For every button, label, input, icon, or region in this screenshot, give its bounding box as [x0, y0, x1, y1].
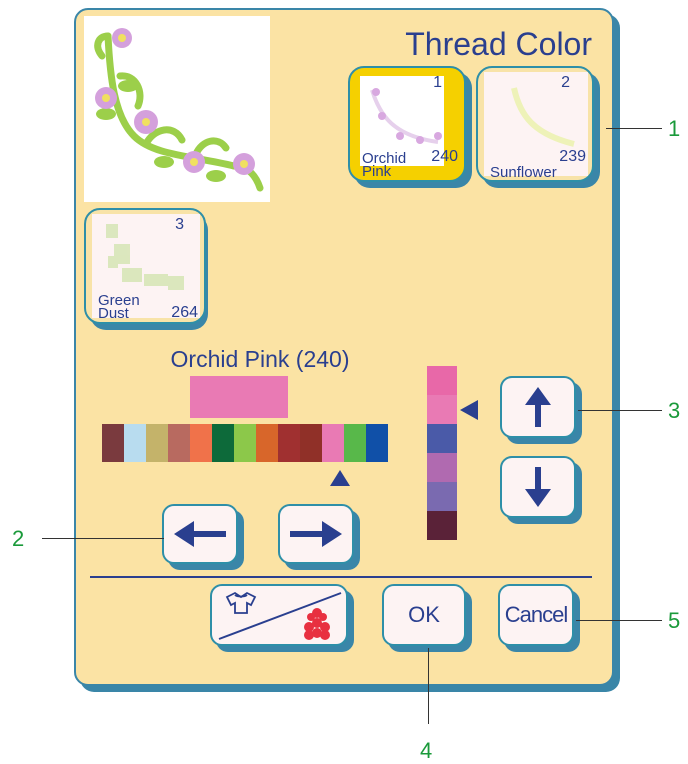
callout-line-4 — [428, 648, 429, 724]
thread-name: Orchid Pink — [362, 151, 406, 179]
palette-color-3[interactable] — [168, 424, 190, 462]
callout-line-5 — [576, 620, 662, 621]
palette-color-9[interactable] — [300, 424, 322, 462]
callout-1: 1 — [668, 116, 681, 141]
vertical-palette-color-3[interactable] — [427, 453, 457, 482]
thread-name: Green Dust — [98, 293, 140, 321]
palette-color-10[interactable] — [322, 424, 344, 462]
callout-line-2 — [42, 538, 164, 539]
palette-color-8[interactable] — [278, 424, 300, 462]
vertical-palette-color-2[interactable] — [427, 424, 457, 453]
thread-tile-1[interactable]: 1 240 Orchid Pink — [348, 66, 466, 182]
thread-code: 239 — [559, 148, 586, 165]
ok-button[interactable]: OK — [382, 584, 466, 646]
callout-5: 5 — [668, 608, 681, 633]
thread-order: 2 — [561, 74, 570, 91]
callout-2: 2 — [12, 526, 25, 551]
scroll-right-button[interactable] — [278, 504, 354, 564]
view-toggle-button[interactable] — [210, 584, 348, 646]
left-arrow-icon — [174, 521, 226, 547]
dialog-title: Thread Color — [405, 26, 592, 62]
palette-color-11[interactable] — [344, 424, 366, 462]
divider — [90, 576, 592, 578]
vertical-palette-selection-marker-icon — [460, 400, 478, 420]
scroll-left-button[interactable] — [162, 504, 238, 564]
callout-line-3 — [578, 410, 662, 411]
up-arrow-icon — [525, 387, 551, 427]
current-color-label: Orchid Pink (240) — [170, 346, 350, 372]
thread-tile-2[interactable]: 2 239 Sunflower — [476, 66, 594, 182]
flower-corner-design-image — [94, 28, 264, 192]
right-arrow-icon — [290, 521, 342, 547]
palette-color-5[interactable] — [212, 424, 234, 462]
palette-color-7[interactable] — [256, 424, 278, 462]
palette-selection-marker-icon — [330, 470, 350, 486]
vertical-palette-color-5[interactable] — [427, 511, 457, 540]
down-arrow-icon — [525, 467, 551, 507]
thread-tile-3[interactable]: 3 264 Green Dust — [84, 208, 206, 324]
thread-code: 240 — [431, 148, 458, 165]
palette-color-2[interactable] — [146, 424, 168, 462]
thread-code: 264 — [171, 304, 198, 321]
callout-4: 4 — [420, 738, 433, 763]
thread-order: 3 — [175, 216, 184, 233]
design-preview — [84, 16, 270, 202]
garment-flower-toggle-icon — [218, 591, 342, 640]
palette-color-12[interactable] — [366, 424, 388, 462]
vertical-palette-color-0[interactable] — [427, 366, 457, 395]
thread-name: Sunflower — [490, 164, 557, 181]
palette-color-4[interactable] — [190, 424, 212, 462]
vertical-color-palette — [427, 366, 457, 540]
palette-color-1[interactable] — [124, 424, 146, 462]
thread-order: 1 — [433, 74, 442, 91]
callout-3: 3 — [668, 398, 681, 423]
cancel-button[interactable]: Cancel — [498, 584, 574, 646]
current-color-swatch — [190, 376, 288, 418]
callout-line-1 — [606, 128, 662, 129]
vertical-palette-color-1[interactable] — [427, 395, 457, 424]
scroll-down-button[interactable] — [500, 456, 576, 518]
palette-color-6[interactable] — [234, 424, 256, 462]
palette-color-0[interactable] — [102, 424, 124, 462]
vertical-palette-color-4[interactable] — [427, 482, 457, 511]
horizontal-color-palette — [102, 424, 388, 462]
scroll-up-button[interactable] — [500, 376, 576, 438]
